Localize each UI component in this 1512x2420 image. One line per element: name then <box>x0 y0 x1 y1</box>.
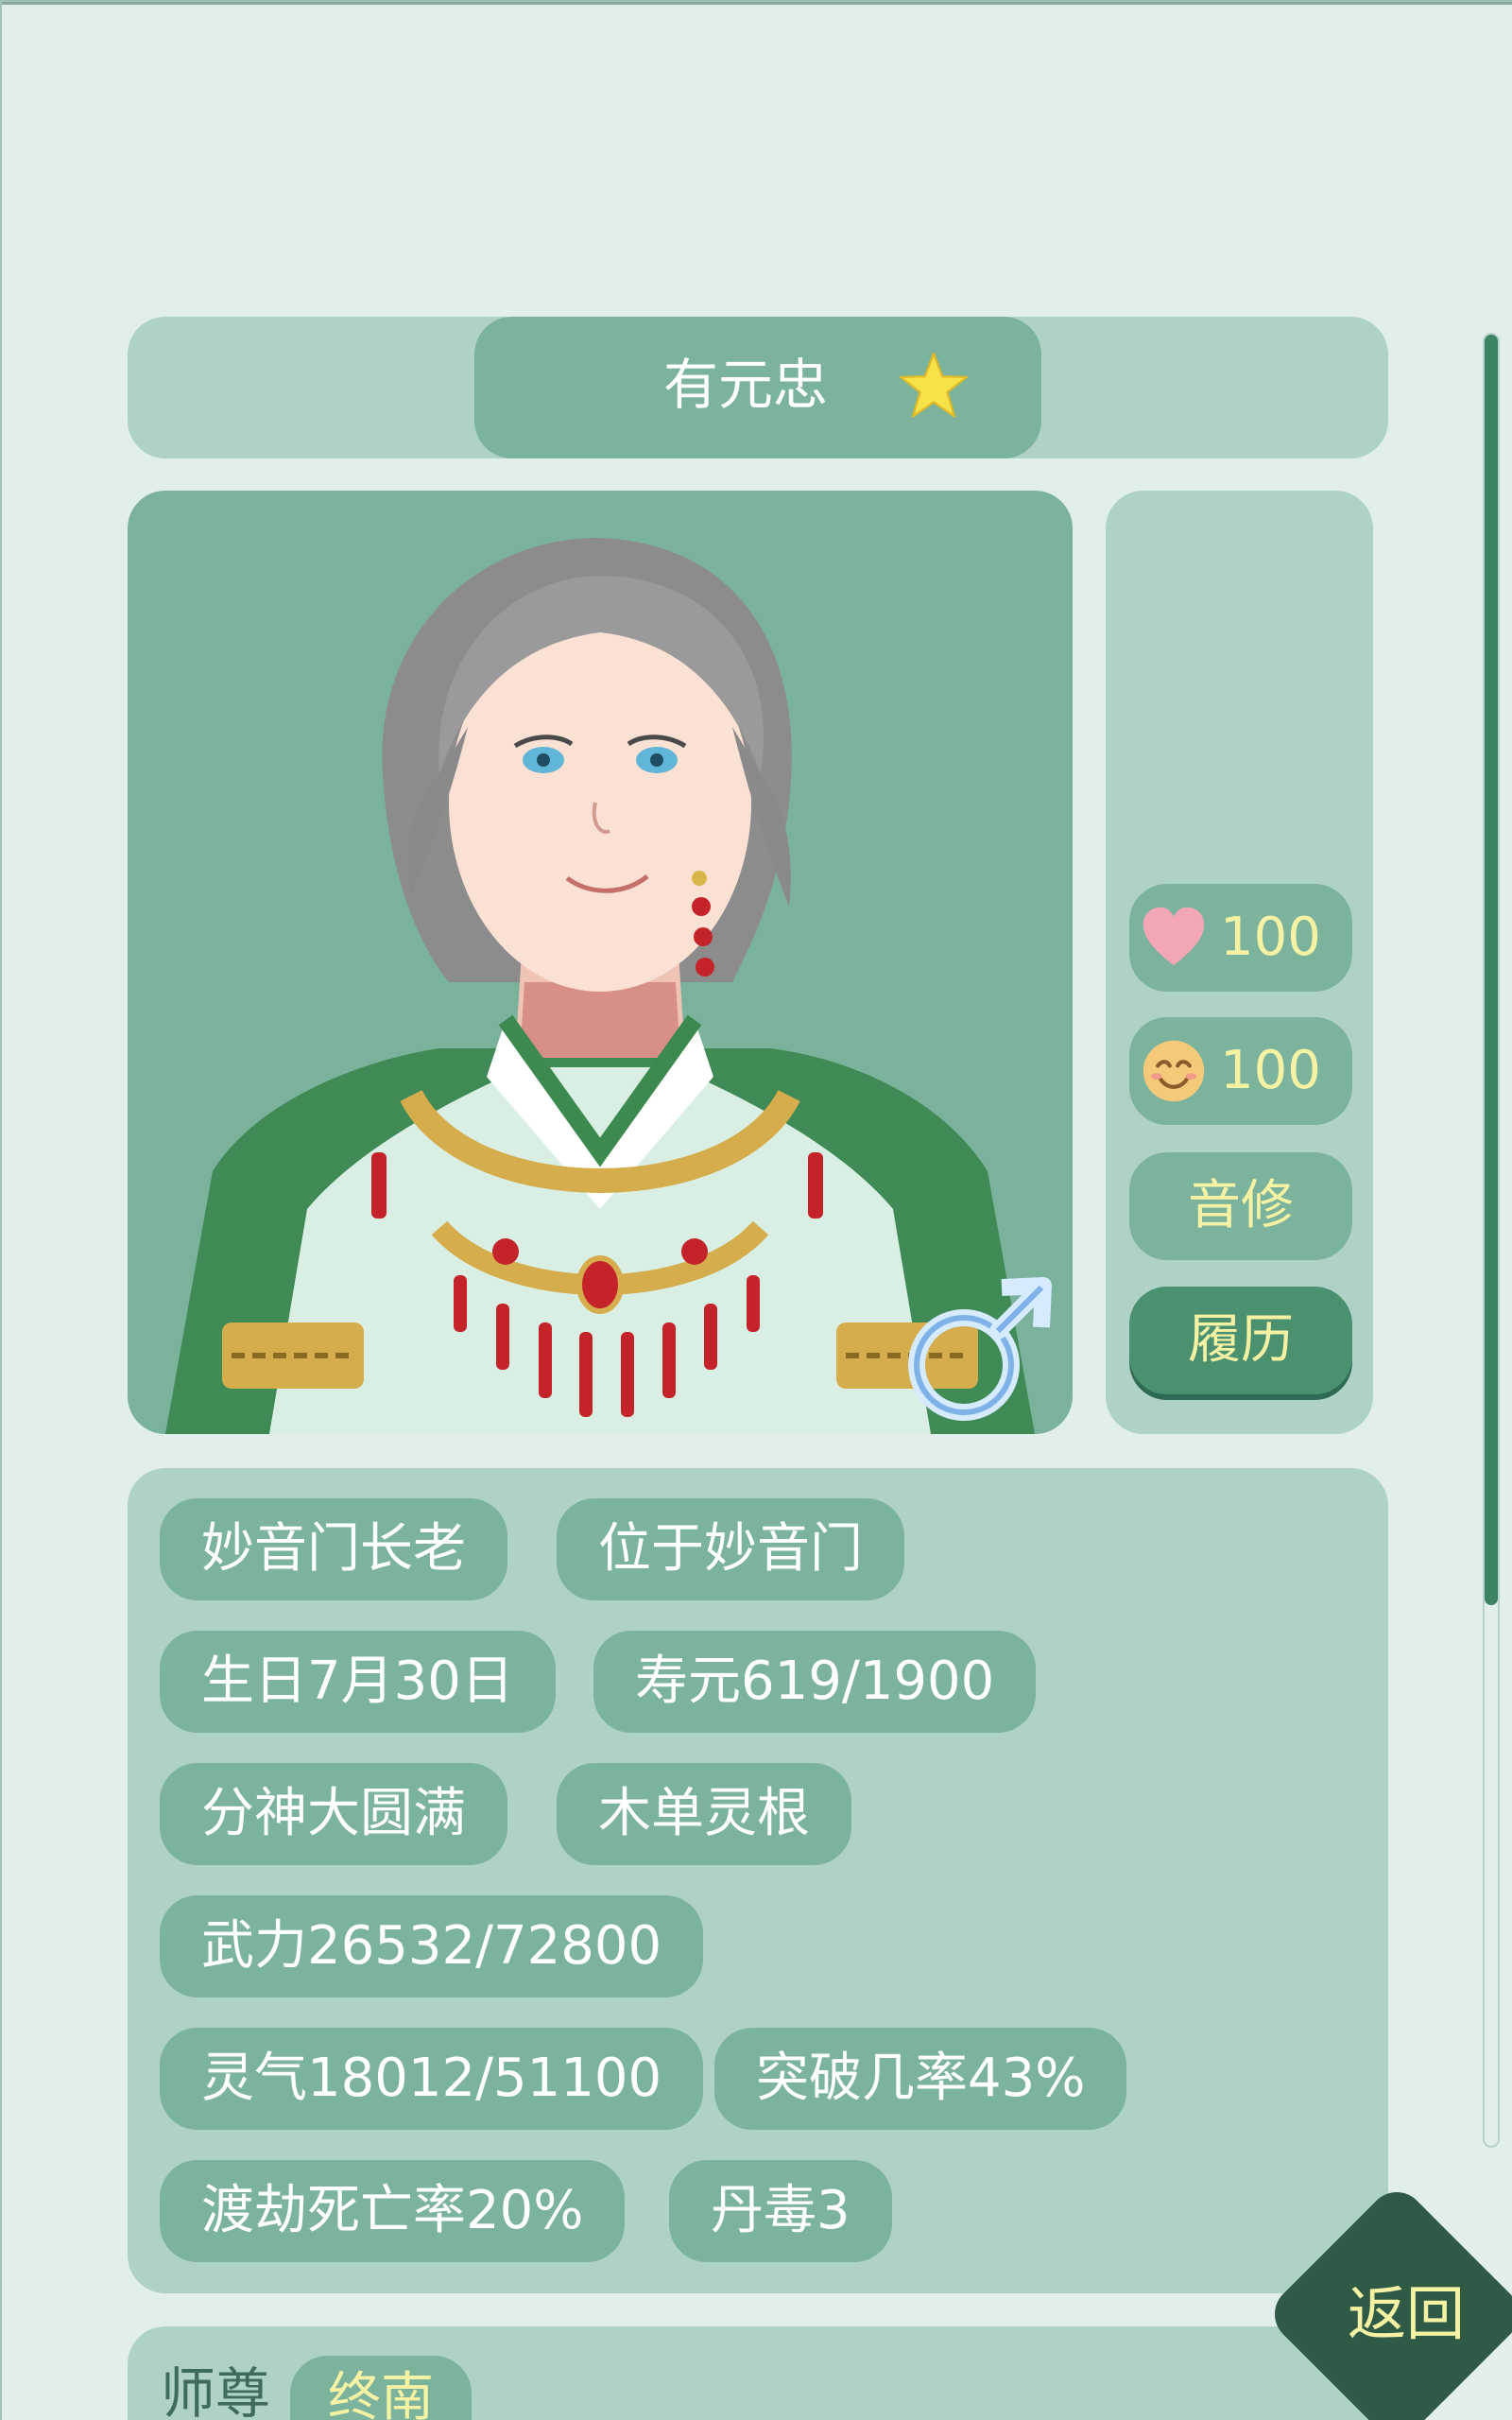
star-icon[interactable] <box>898 350 970 422</box>
tag-pill-toxicity: 丹毒3 <box>669 2160 892 2262</box>
tag-spirit-root: 木单灵根 <box>557 1763 851 1865</box>
mood-badge: 100 <box>1129 1017 1352 1125</box>
affection-badge: 100 <box>1129 884 1352 992</box>
tag-breakthrough-rate: 突破几率43% <box>714 2028 1127 2130</box>
tag-realm: 分神大圆满 <box>160 1763 507 1865</box>
scrollbar-thumb[interactable] <box>1485 335 1498 1605</box>
tag-lifespan: 寿元619/1900 <box>593 1631 1037 1733</box>
tag-power: 武力26532/72800 <box>160 1895 704 1997</box>
smile-icon <box>1141 1038 1207 1104</box>
tag-title: 妙音门长老 <box>160 1498 507 1600</box>
heart-icon <box>1141 905 1207 971</box>
tag-tribulation-death-rate: 渡劫死亡率20% <box>160 2160 626 2262</box>
cultivation-type-badge: 音修 <box>1129 1152 1352 1260</box>
back-button-label: 返回 <box>1347 2279 1465 2348</box>
app-window: 有元忠 100 100 音修 履历 妙音门长老 位于妙音门 生日7月30日 寿元… <box>0 0 1512 2420</box>
tag-birthday: 生日7月30日 <box>160 1631 556 1733</box>
tag-location: 位于妙音门 <box>557 1498 904 1600</box>
character-name: 有元忠 <box>663 353 829 417</box>
master-label: 师尊 <box>161 2361 271 2420</box>
mood-value: 100 <box>1220 1040 1321 1101</box>
master-name-tag[interactable]: 终南 <box>290 2356 472 2420</box>
male-icon <box>900 1269 1060 1429</box>
affection-value: 100 <box>1220 907 1321 968</box>
history-button[interactable]: 履历 <box>1129 1287 1352 1394</box>
top-strip <box>2 2 1512 5</box>
tag-spirit-energy: 灵气18012/51100 <box>160 2028 704 2130</box>
back-button[interactable]: 返回 <box>1236 2153 1512 2420</box>
